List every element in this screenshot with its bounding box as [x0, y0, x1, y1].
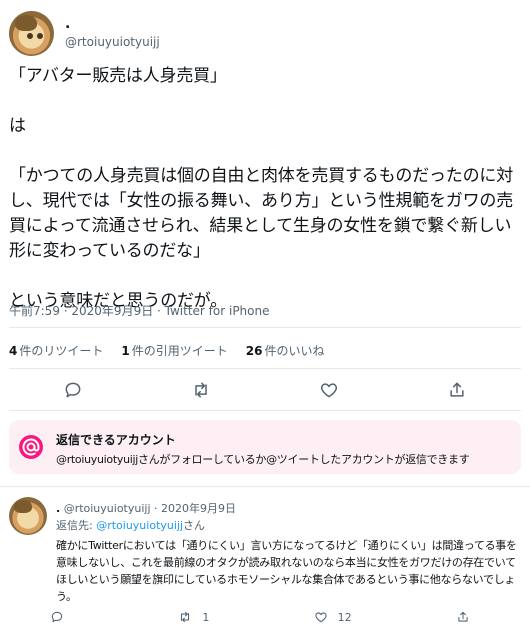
reply-handle-date[interactable]: @rtoiuyuiotyuijj · 2020年9月9日 [64, 502, 236, 515]
reply-to-suffix: さん [183, 519, 206, 532]
tweet-text: 「アバター販売は人身売買」 は 「かつての人身売買は個の自由と肉体を売買するもの… [9, 66, 513, 311]
reply-avatar[interactable] [9, 497, 47, 535]
quotes-stat[interactable]: 1 件の引用ツイート [121, 342, 227, 359]
handle[interactable]: @rtoiuyuiotyuijj [65, 34, 160, 50]
share-icon [458, 611, 468, 622]
reply-share-button[interactable] [456, 610, 470, 624]
reply-display-name[interactable]: . [56, 502, 60, 515]
retweet-icon [181, 611, 190, 623]
reply-icon [51, 611, 63, 623]
share-icon [450, 382, 464, 397]
quotes-count: 1 [121, 344, 130, 358]
reply-icon [65, 382, 81, 398]
reply-reply-button[interactable] [50, 610, 74, 624]
divider [0, 486, 530, 487]
reply-to-prefix: 返信先: [56, 519, 97, 532]
reply-text: 確かにTwitterにおいては「通りにくい」言い方になってるけど「通りにくい」は… [56, 539, 517, 603]
likes-label: 件のいいね [264, 344, 325, 358]
like-button[interactable] [311, 372, 347, 408]
retweets-stat[interactable]: 4 件のリツイート [9, 342, 103, 359]
reply-to-mention[interactable]: @rtoiuyuiotyuijj [96, 519, 183, 532]
share-button[interactable] [439, 372, 475, 408]
reply-like-button[interactable]: 12 [314, 610, 352, 624]
like-icon [315, 612, 327, 623]
reply-header: . @rtoiuyuiotyuijj · 2020年9月9日 [56, 500, 236, 516]
divider [9, 327, 521, 328]
retweets-count: 4 [9, 344, 18, 358]
retweet-button[interactable] [183, 372, 219, 408]
mention-icon [19, 435, 43, 459]
reply-like-count: 12 [337, 610, 352, 624]
display-name[interactable]: . [65, 16, 160, 32]
reply-restriction-box: 返信できるアカウント @rtoiuyuiotyuijjさんがフォローしているか@… [9, 420, 521, 474]
tweet-actions [9, 370, 521, 410]
likes-count: 26 [245, 344, 263, 358]
quotes-label: 件の引用ツイート [131, 344, 228, 358]
reply-restriction-description: @rtoiuyuiotyuijjさんがフォローしているか@ツイートしたアカウント… [56, 453, 470, 466]
retweets-label: 件のリツイート [19, 344, 104, 358]
reply-retweet-count: 1 [202, 610, 210, 624]
divider [9, 410, 521, 411]
reply-button[interactable] [55, 372, 91, 408]
tweet-stats: 4 件のリツイート 1 件の引用ツイート 26 件のいいね [9, 342, 324, 359]
likes-stat[interactable]: 26 件のいいね [246, 342, 325, 359]
avatar[interactable] [9, 10, 54, 56]
reply-retweet-button[interactable]: 1 [178, 610, 209, 624]
divider [9, 368, 521, 369]
reply-actions: 1 12 [50, 610, 470, 624]
retweet-icon [195, 382, 207, 398]
author-block: . @rtoiuyuiotyuijj [65, 16, 160, 50]
reply-restriction-title: 返信できるアカウント [56, 433, 176, 447]
tweet-header: . @rtoiuyuiotyuijj [9, 8, 160, 58]
reply-to: 返信先: @rtoiuyuiotyuijjさん [56, 517, 205, 533]
like-icon [320, 383, 338, 398]
tweet-meta[interactable]: 午前7:59 · 2020年9月9日 · Twitter for iPhone [9, 302, 270, 319]
